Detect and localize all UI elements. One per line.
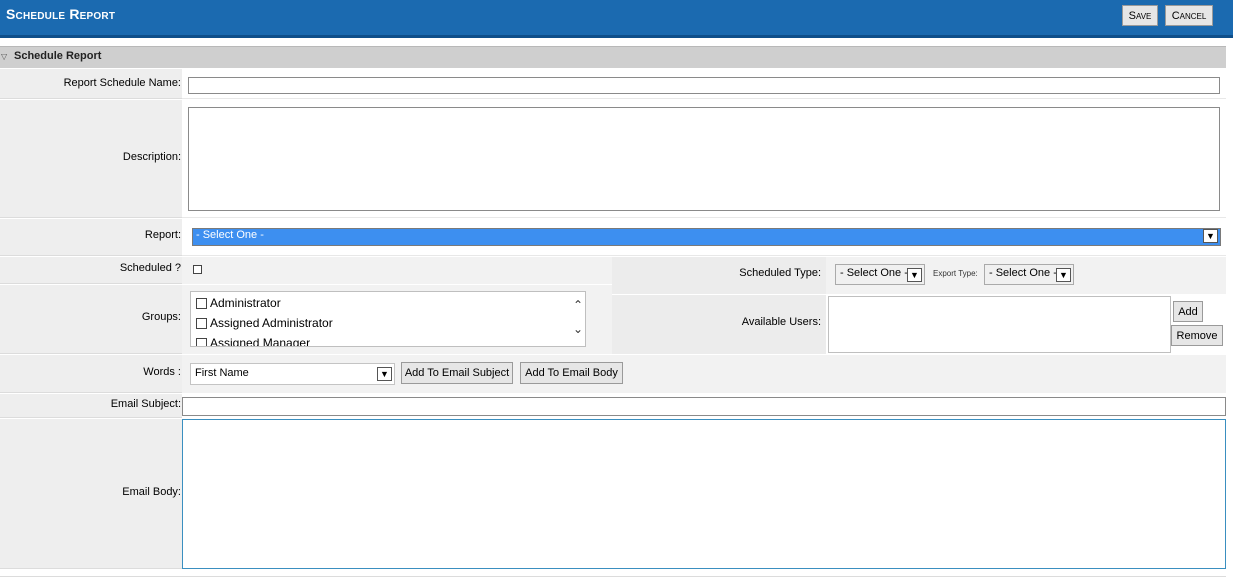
bottom-divider bbox=[0, 576, 1226, 577]
email-body-textarea[interactable] bbox=[182, 419, 1226, 569]
scheduled-type-value: - Select One - bbox=[840, 267, 908, 279]
chevron-down-icon[interactable]: ⌄ bbox=[573, 322, 583, 336]
group-checkbox[interactable] bbox=[196, 337, 207, 346]
chevron-down-icon[interactable]: ▼ bbox=[1056, 268, 1071, 282]
groups-label: Groups: bbox=[141, 311, 181, 323]
export-type-label: Export Type: bbox=[933, 269, 978, 278]
schedule-name-input[interactable] bbox=[188, 77, 1220, 94]
remove-user-button[interactable]: Remove bbox=[1171, 325, 1223, 346]
chevron-down-icon[interactable]: ▼ bbox=[907, 268, 922, 282]
section-header[interactable] bbox=[0, 46, 1226, 68]
page-header bbox=[0, 0, 1233, 38]
cancel-button[interactable]: Cancel bbox=[1165, 5, 1213, 26]
chevron-up-icon[interactable]: ⌃ bbox=[573, 298, 583, 312]
add-to-email-subject-button[interactable]: Add To Email Subject bbox=[401, 362, 513, 384]
words-label: Words : bbox=[143, 366, 181, 378]
chevron-down-icon[interactable]: ▼ bbox=[377, 367, 392, 381]
description-label: Description: bbox=[122, 151, 181, 163]
email-subject-input[interactable] bbox=[182, 397, 1226, 416]
groups-listbox[interactable]: Administrator Assigned Administrator Ass… bbox=[190, 291, 586, 347]
page-title: Schedule Report bbox=[6, 6, 116, 22]
report-label: Report: bbox=[144, 229, 181, 241]
schedule-name-label: Report Schedule Name: bbox=[63, 77, 181, 89]
scheduled-checkbox[interactable] bbox=[193, 265, 202, 274]
available-users-label: Available Users: bbox=[741, 316, 821, 328]
list-item[interactable]: Assigned Administrator bbox=[196, 316, 333, 330]
scheduled-label: Scheduled ? bbox=[119, 262, 181, 274]
group-checkbox[interactable] bbox=[196, 297, 207, 309]
chevron-down-icon[interactable]: ▼ bbox=[1203, 229, 1218, 243]
add-to-email-body-button[interactable]: Add To Email Body bbox=[520, 362, 623, 384]
report-select-value: - Select One - bbox=[196, 229, 264, 241]
description-textarea[interactable] bbox=[188, 107, 1220, 211]
export-type-value: - Select One - bbox=[989, 267, 1057, 279]
available-users-listbox[interactable] bbox=[828, 296, 1171, 353]
add-user-button[interactable]: Add bbox=[1173, 301, 1203, 322]
group-label: Administrator bbox=[210, 296, 281, 310]
list-item[interactable]: Administrator bbox=[196, 296, 281, 310]
words-select-value: First Name bbox=[195, 367, 249, 379]
scheduled-type-label: Scheduled Type: bbox=[739, 267, 821, 279]
report-select[interactable] bbox=[192, 228, 1221, 246]
group-checkbox[interactable] bbox=[196, 317, 207, 329]
save-button[interactable]: Save bbox=[1122, 5, 1158, 26]
scheduled-row-bg bbox=[182, 257, 612, 284]
section-title: Schedule Report bbox=[14, 50, 102, 62]
group-label: Assigned Manager bbox=[210, 336, 311, 347]
email-body-label: Email Body: bbox=[122, 486, 181, 498]
email-subject-label: Email Subject: bbox=[110, 398, 181, 410]
triangle-down-icon[interactable]: ▽ bbox=[1, 52, 7, 61]
group-label: Assigned Administrator bbox=[210, 316, 333, 330]
list-item[interactable]: Assigned Manager bbox=[196, 336, 311, 347]
